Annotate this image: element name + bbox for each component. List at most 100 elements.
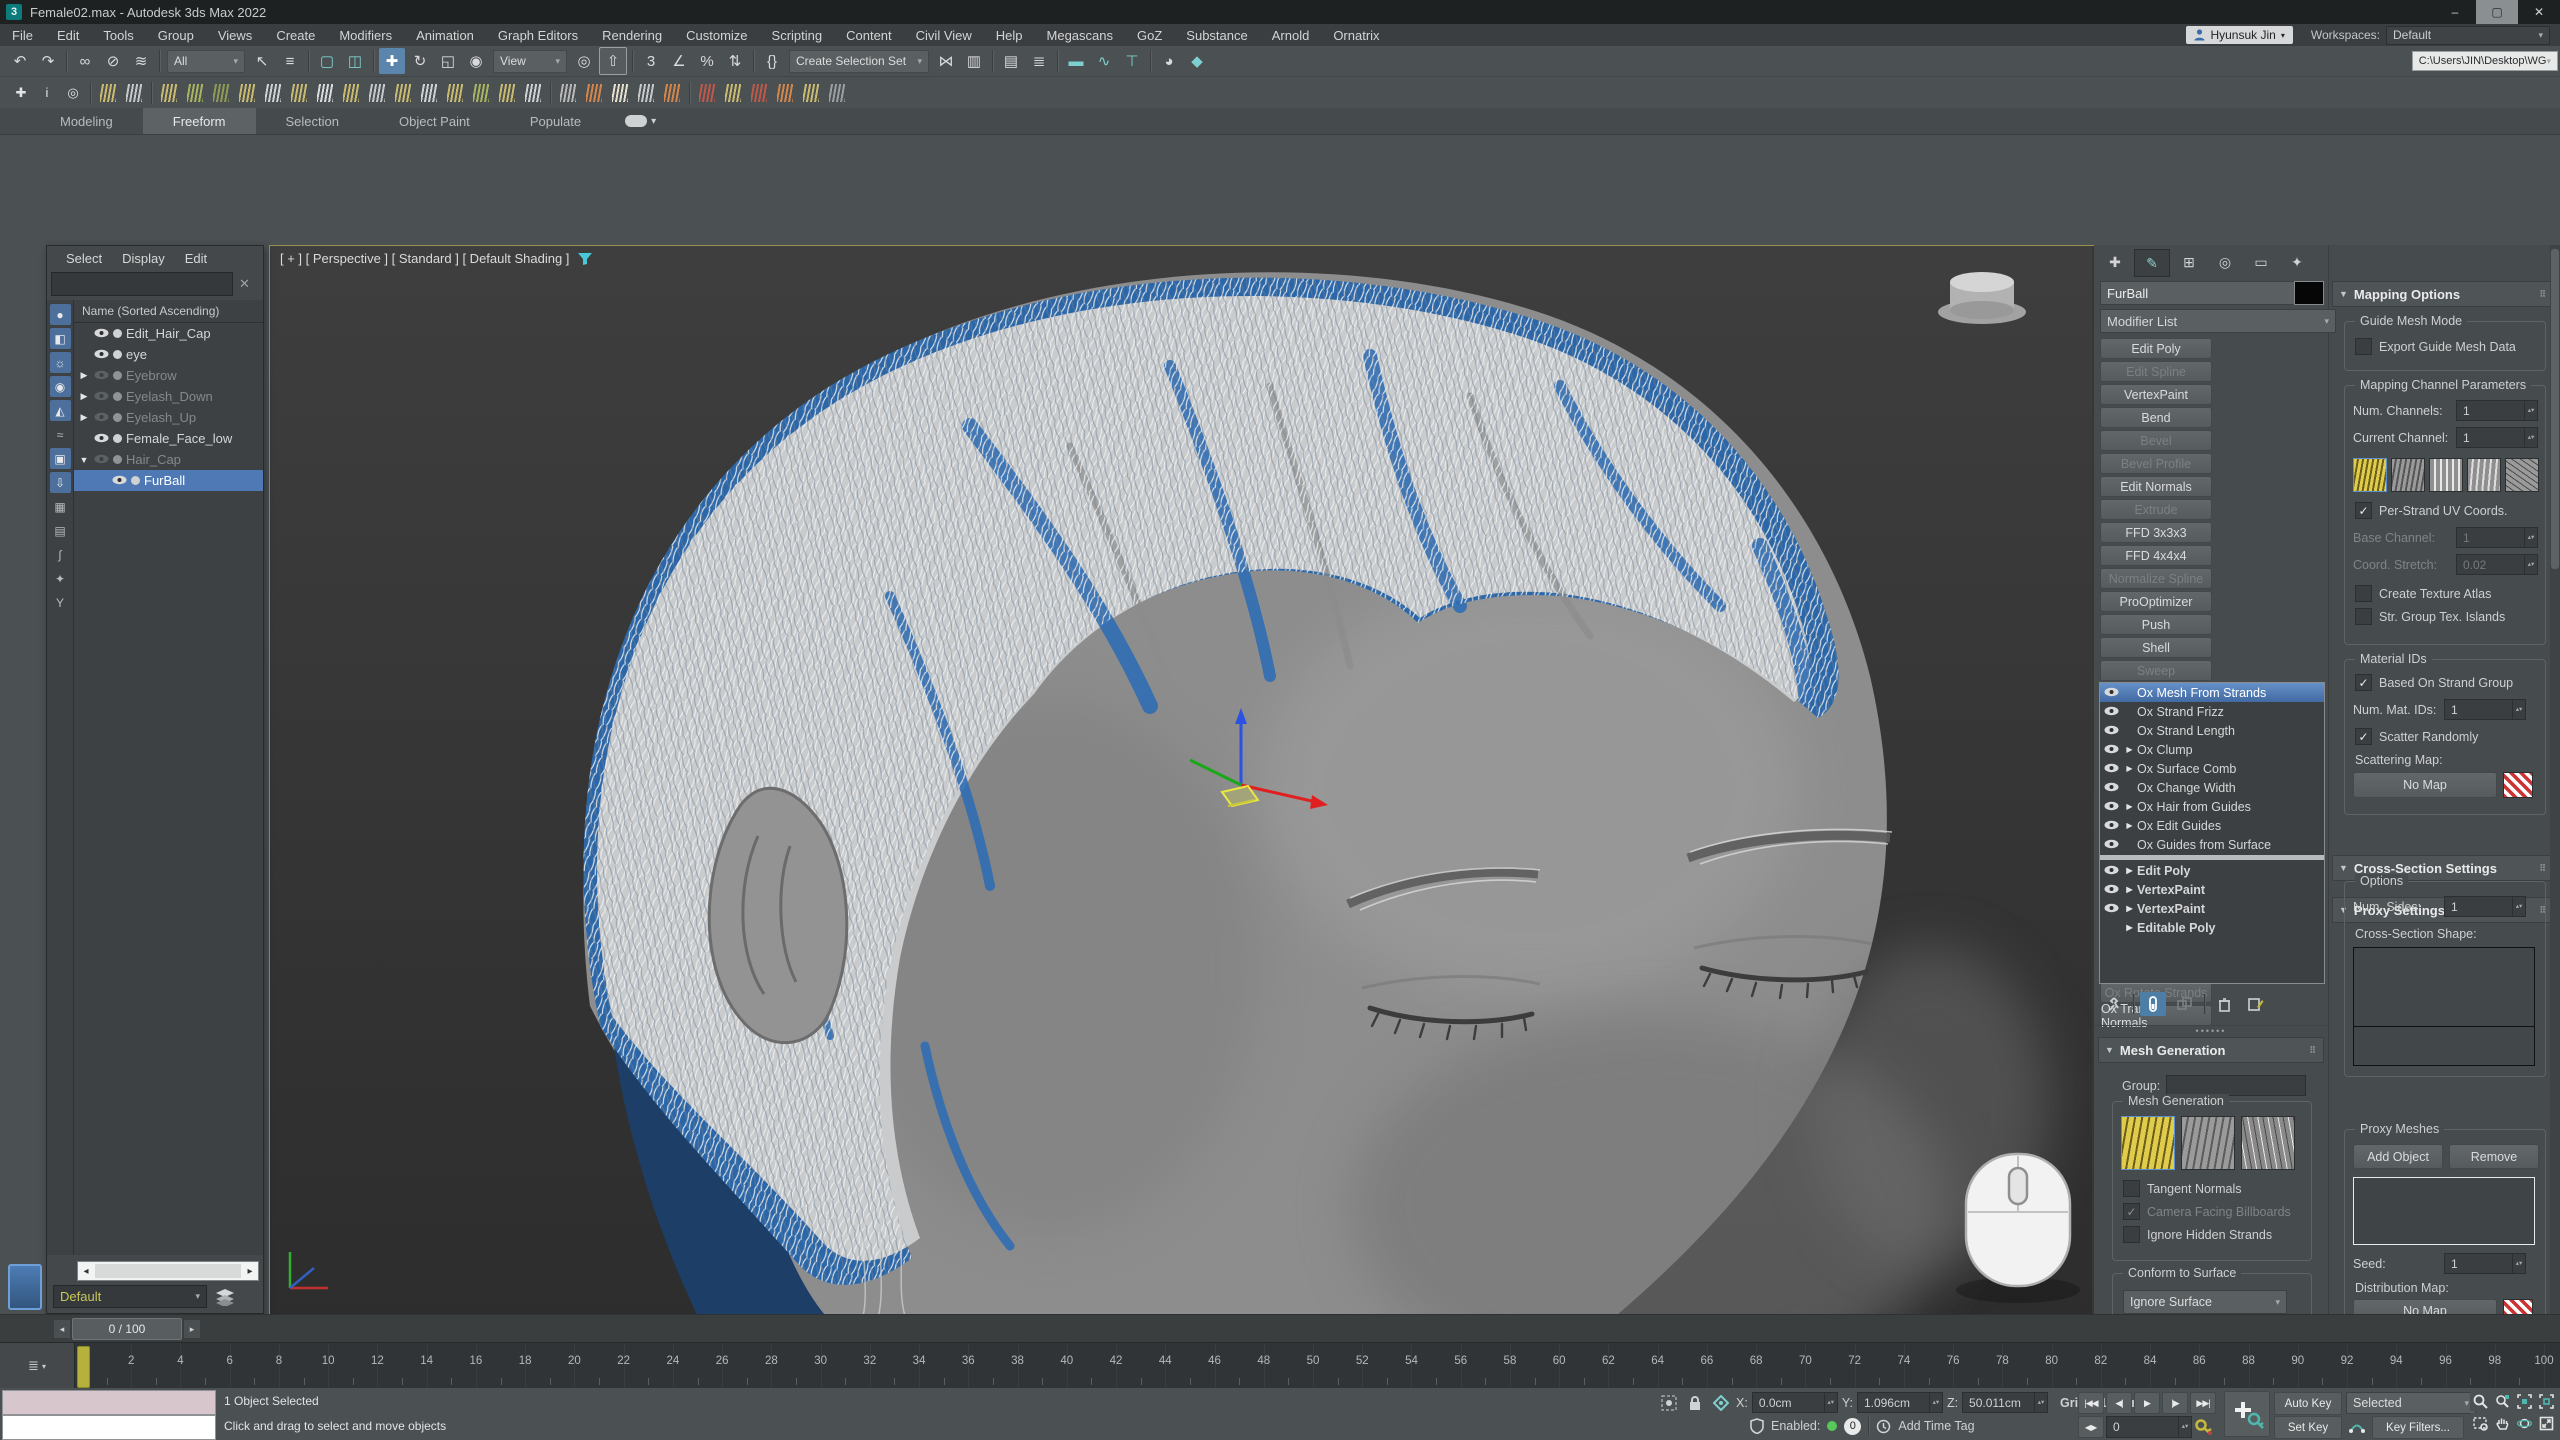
group-tex-islands-checkbox[interactable] bbox=[2355, 608, 2372, 625]
cross-section-shape-canvas[interactable] bbox=[2353, 947, 2535, 1027]
expand-arrow-icon[interactable]: ▶ bbox=[2124, 866, 2135, 875]
display-tab[interactable]: ▭ bbox=[2244, 249, 2278, 275]
menu-animation[interactable]: Animation bbox=[404, 28, 486, 43]
orbit-icon[interactable] bbox=[2514, 1413, 2534, 1433]
ribbon-tab-modeling[interactable]: Modeling bbox=[30, 108, 143, 134]
visibility-eye-icon[interactable] bbox=[2104, 884, 2119, 894]
visibility-eye-icon[interactable] bbox=[2104, 865, 2119, 875]
x-coordinate-spinner[interactable]: 0.0cm▴▾ bbox=[1752, 1392, 1838, 1413]
num-sides-spinner[interactable]: 1▴▾ bbox=[2444, 896, 2526, 917]
object-color-swatch[interactable] bbox=[2294, 281, 2324, 305]
scattering-map-swatch-icon[interactable] bbox=[2503, 772, 2533, 798]
close-button[interactable]: ✕ bbox=[2518, 0, 2560, 24]
object-name-field[interactable]: FurBall bbox=[2100, 281, 2300, 305]
visibility-eye-icon[interactable] bbox=[94, 454, 109, 464]
selection-lock-icon[interactable] bbox=[1684, 1393, 1706, 1413]
tree-item-eyelash_up[interactable]: ▶Eyelash_Up bbox=[74, 407, 263, 428]
visibility-eye-icon[interactable] bbox=[94, 433, 109, 443]
play-button[interactable]: ▶ bbox=[2134, 1392, 2160, 1414]
previous-frame-button[interactable]: ◀| bbox=[2106, 1392, 2132, 1414]
tree-item-furball[interactable]: FurBall bbox=[74, 470, 263, 491]
mini-curve-editor-button[interactable]: ≣▾ bbox=[0, 1343, 75, 1389]
select-and-link-icon[interactable]: ∞ bbox=[72, 48, 98, 74]
tree-item-eyelash_down[interactable]: ▶Eyelash_Down bbox=[74, 386, 263, 407]
next-frame-button[interactable]: |▶ bbox=[2162, 1392, 2188, 1414]
modifier-button-edit-normals[interactable]: Edit Normals bbox=[2100, 476, 2212, 497]
scroll-left-icon[interactable]: ◂ bbox=[78, 1263, 94, 1279]
ornatrix-tool-25-icon[interactable] bbox=[582, 81, 606, 105]
modifier-button-ffd-3x3x3[interactable]: FFD 3x3x3 bbox=[2100, 522, 2212, 543]
rollout-mapping-options[interactable]: ▼ Mapping Options ⠿ bbox=[2332, 281, 2554, 307]
stack-end-result-divider[interactable] bbox=[2100, 855, 2324, 860]
stack-item-ox-change-width[interactable]: Ox Change Width bbox=[2100, 778, 2324, 797]
ornatrix-tool-2-icon[interactable]: i bbox=[35, 81, 59, 105]
toggle-ribbon-icon[interactable]: ▬ bbox=[1063, 48, 1089, 74]
menu-create[interactable]: Create bbox=[264, 28, 327, 43]
menu-content[interactable]: Content bbox=[834, 28, 904, 43]
ornatrix-tool-1-icon[interactable]: ✚ bbox=[9, 81, 33, 105]
ribbon-minimize-button[interactable]: ▾ bbox=[625, 112, 656, 130]
reference-coordinate-dropdown[interactable]: View▾ bbox=[493, 50, 567, 73]
project-path-field[interactable]: C:\Users\JIN\Desktop\WG▾ bbox=[2412, 51, 2558, 71]
zoom-extents-all-icon[interactable] bbox=[2536, 1391, 2556, 1411]
go-to-start-button[interactable]: |◀◀ bbox=[2078, 1392, 2104, 1414]
absolute-offset-mode-icon[interactable] bbox=[1710, 1393, 1732, 1413]
tree-item-hair_cap[interactable]: ▼Hair_Cap bbox=[74, 449, 263, 470]
add-object-button[interactable]: Add Object bbox=[2353, 1144, 2443, 1169]
select-and-scale-icon[interactable]: ◱ bbox=[435, 48, 461, 74]
visibility-eye-icon[interactable] bbox=[2104, 706, 2119, 716]
visibility-eye-icon[interactable] bbox=[2104, 839, 2119, 849]
new-key-default-icon[interactable] bbox=[2346, 1416, 2368, 1436]
mirror-icon[interactable]: ⋈ bbox=[933, 48, 959, 74]
filter-lights-icon[interactable]: ☼ bbox=[50, 352, 71, 373]
visibility-eye-icon[interactable] bbox=[2104, 725, 2119, 735]
filter-shapes-icon[interactable]: ◧ bbox=[50, 328, 71, 349]
expand-arrow-icon[interactable]: ▶ bbox=[2124, 923, 2135, 932]
expand-arrow-icon[interactable]: ▶ bbox=[2124, 764, 2135, 773]
key-mode-toggle-icon[interactable]: ◀▶ bbox=[2078, 1416, 2104, 1438]
zoom-icon[interactable] bbox=[2470, 1391, 2490, 1411]
tree-item-eye[interactable]: eye bbox=[74, 344, 263, 365]
go-to-end-button[interactable]: ▶▶| bbox=[2190, 1392, 2216, 1414]
expand-arrow-icon[interactable]: ▼ bbox=[78, 455, 90, 465]
filter-spacewarps-icon[interactable]: ≈ bbox=[50, 424, 71, 445]
select-object-icon[interactable]: ↖ bbox=[249, 48, 275, 74]
stack-item-ox-strand-length[interactable]: Ox Strand Length bbox=[2100, 721, 2324, 740]
stack-item-ox-clump[interactable]: ▶Ox Clump bbox=[2100, 740, 2324, 759]
spinner-arrows-icon[interactable]: ▴▾ bbox=[2178, 1417, 2191, 1437]
expand-arrow-icon[interactable]: ▶ bbox=[2124, 885, 2135, 894]
select-by-name-icon[interactable]: ≡ bbox=[277, 48, 303, 74]
menu-file[interactable]: File bbox=[0, 28, 45, 43]
visibility-eye-icon[interactable] bbox=[2104, 782, 2119, 792]
modifier-button-prooptimizer[interactable]: ProOptimizer bbox=[2100, 591, 2212, 612]
filter-geometry-icon[interactable]: ● bbox=[50, 304, 71, 325]
ornatrix-tool-31-icon[interactable] bbox=[721, 81, 745, 105]
ribbon-tab-populate[interactable]: Populate bbox=[500, 108, 611, 134]
ornatrix-tool-17-icon[interactable] bbox=[391, 81, 415, 105]
explorer-search-input[interactable] bbox=[51, 272, 233, 296]
spinner-arrows-icon[interactable]: ▴▾ bbox=[1929, 1393, 1942, 1412]
select-and-rotate-icon[interactable]: ↻ bbox=[407, 48, 433, 74]
stack-item-ox-guides-from-surface[interactable]: Ox Guides from Surface bbox=[2100, 835, 2324, 854]
align-icon[interactable]: ▥ bbox=[961, 48, 987, 74]
z-coordinate-spinner[interactable]: 50.011cm▴▾ bbox=[1962, 1392, 2048, 1413]
mesh-mode-cylindrical-thumbnail[interactable] bbox=[2121, 1116, 2175, 1170]
bind-to-space-warp-icon[interactable]: ≋ bbox=[128, 48, 154, 74]
stack-item-vertexpaint[interactable]: ▶VertexPaint bbox=[2100, 899, 2324, 918]
menu-civil-view[interactable]: Civil View bbox=[904, 28, 984, 43]
visibility-eye-icon[interactable] bbox=[94, 349, 109, 359]
menu-ornatrix[interactable]: Ornatrix bbox=[1321, 28, 1391, 43]
expand-arrow-icon[interactable]: ▶ bbox=[2124, 904, 2135, 913]
modifier-button-edit-poly[interactable]: Edit Poly bbox=[2100, 338, 2212, 359]
time-tag-icon[interactable] bbox=[1876, 1419, 1891, 1434]
remove-button[interactable]: Remove bbox=[2449, 1144, 2539, 1169]
ornatrix-tool-27-icon[interactable] bbox=[634, 81, 658, 105]
export-guide-mesh-checkbox[interactable] bbox=[2355, 338, 2372, 355]
num-mat-ids-spinner[interactable]: 1▴▾ bbox=[2444, 699, 2526, 720]
panel-scrollbar[interactable] bbox=[2550, 245, 2560, 1322]
active-layer-dropdown[interactable]: Default ▾ bbox=[53, 1285, 207, 1308]
ornatrix-tool-15-icon[interactable] bbox=[339, 81, 363, 105]
visibility-eye-icon[interactable] bbox=[2104, 744, 2119, 754]
percent-snap-icon[interactable]: % bbox=[694, 48, 720, 74]
curve-editor-icon[interactable]: ∿ bbox=[1091, 48, 1117, 74]
